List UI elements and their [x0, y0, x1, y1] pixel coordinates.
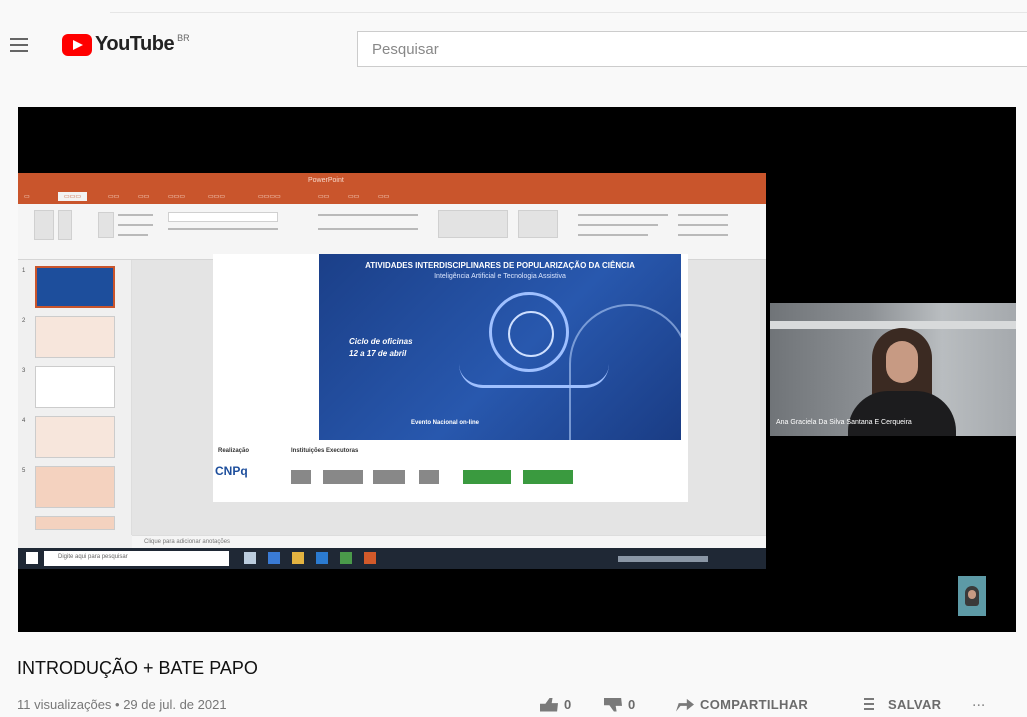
- powerpoint-icon: [364, 552, 376, 564]
- search-input[interactable]: Pesquisar: [357, 31, 1027, 67]
- slide-subtitle: Inteligência Artificial e Tecnologia Ass…: [434, 273, 566, 280]
- chrome-icon: [340, 552, 352, 564]
- instituicoes-label: Instituições Executoras: [291, 448, 359, 454]
- institution-logo: [463, 470, 511, 484]
- masthead: YouTube BR Pesquisar: [0, 0, 1027, 95]
- slide-thumb[interactable]: [35, 316, 115, 358]
- ppt-ribbon-tabs: ▭ ▭▭▭ ▭▭ ▭▭ ▭▭▭ ▭▭▭ ▭▭▭▭ ▭▭ ▭▭ ▭▭: [18, 191, 766, 204]
- save-label: SALVAR: [888, 697, 942, 712]
- save-button[interactable]: SALVAR: [864, 697, 941, 712]
- thumbs-up-icon: [540, 697, 558, 712]
- ppt-ribbon: [18, 204, 766, 260]
- dislike-button[interactable]: 0: [604, 697, 636, 712]
- taskbar-search: Digite aqui para pesquisar: [44, 551, 229, 566]
- slide-thumb[interactable]: [35, 416, 115, 458]
- ppt-title-bar: PowerPoint: [18, 173, 766, 191]
- institution-logo: [523, 470, 573, 484]
- accessibility-emblem: [489, 292, 569, 372]
- ppt-app-name: PowerPoint: [308, 177, 344, 184]
- country-code: BR: [177, 32, 190, 43]
- video-title: INTRODUÇÃO + BATE PAPO: [17, 658, 258, 678]
- playlist-add-icon: [864, 697, 882, 712]
- edge-icon: [268, 552, 280, 564]
- windows-start-icon: [26, 552, 38, 564]
- windows-taskbar: Digite aqui para pesquisar: [18, 548, 766, 569]
- ciclo-line-2: 12 a 17 de abril: [349, 349, 407, 358]
- slide-thumb[interactable]: [35, 466, 115, 508]
- search-placeholder: Pesquisar: [372, 41, 439, 58]
- like-count: 0: [564, 697, 572, 712]
- slide-banner: ATIVIDADES INTERDISCIPLINARES DE POPULAR…: [319, 254, 681, 440]
- slide-footer: Evento Nacional on-line: [411, 420, 480, 426]
- video-player[interactable]: PowerPoint ▭ ▭▭▭ ▭▭ ▭▭ ▭▭▭ ▭▭▭ ▭▭▭▭ ▭▭ ▭…: [18, 107, 1016, 632]
- taskbar-search-placeholder: Digite aqui para pesquisar: [58, 554, 128, 560]
- thumbs-down-icon: [604, 697, 622, 712]
- play-icon: [62, 33, 92, 56]
- slide-thumb[interactable]: [35, 516, 115, 530]
- like-button[interactable]: 0: [540, 697, 572, 712]
- ppt-status-bar: [18, 535, 132, 548]
- institution-logo: [323, 470, 363, 484]
- slide-thumb[interactable]: [35, 366, 115, 408]
- institution-logo: [291, 470, 311, 484]
- more-horizontal-icon[interactable]: ...: [972, 693, 985, 711]
- folder-icon: [292, 552, 304, 564]
- slide-ciclo: Ciclo de oficinas 12 a 17 de abril: [349, 336, 413, 360]
- mail-icon: [316, 552, 328, 564]
- participant-name: Ana Graciela Da Silva Santana E Cerqueir…: [776, 419, 912, 426]
- dislike-count: 0: [628, 697, 636, 712]
- youtube-logo[interactable]: YouTube BR: [62, 33, 190, 56]
- share-button[interactable]: COMPARTILHAR: [676, 697, 808, 712]
- notes-placeholder: Clique para adicionar anotações: [144, 539, 231, 545]
- video-meta: 11 visualizações • 29 de jul. de 2021: [17, 697, 227, 712]
- menu-icon[interactable]: [10, 38, 28, 54]
- logo-text: YouTube: [95, 33, 175, 55]
- share-icon: [676, 698, 694, 712]
- slide-thumb[interactable]: [35, 266, 115, 308]
- ciclo-line-1: Ciclo de oficinas: [349, 337, 413, 346]
- taskview-icon: [244, 552, 256, 564]
- system-tray: [618, 556, 708, 562]
- institution-logo: [373, 470, 405, 484]
- slide-canvas: ATIVIDADES INTERDISCIPLINARES DE POPULAR…: [132, 254, 766, 535]
- robot-hand: [459, 364, 609, 388]
- slide: ATIVIDADES INTERDISCIPLINARES DE POPULAR…: [213, 254, 688, 502]
- share-label: COMPARTILHAR: [700, 697, 809, 712]
- participant-camera: Ana Graciela Da Silva Santana E Cerqueir…: [770, 303, 1016, 436]
- notes-pane: Clique para adicionar anotações: [132, 535, 766, 548]
- slide-title: ATIVIDADES INTERDISCIPLINARES DE POPULAR…: [365, 261, 635, 270]
- screen-share: PowerPoint ▭ ▭▭▭ ▭▭ ▭▭ ▭▭▭ ▭▭▭ ▭▭▭▭ ▭▭ ▭…: [18, 173, 766, 569]
- slide-thumbnails: 1 2 3 4 5: [18, 260, 132, 535]
- participant-avatar: [958, 576, 986, 616]
- institution-logo: [419, 470, 439, 484]
- cnpq-logo: CNPq: [215, 464, 248, 478]
- realizacao-label: Realização: [218, 448, 250, 454]
